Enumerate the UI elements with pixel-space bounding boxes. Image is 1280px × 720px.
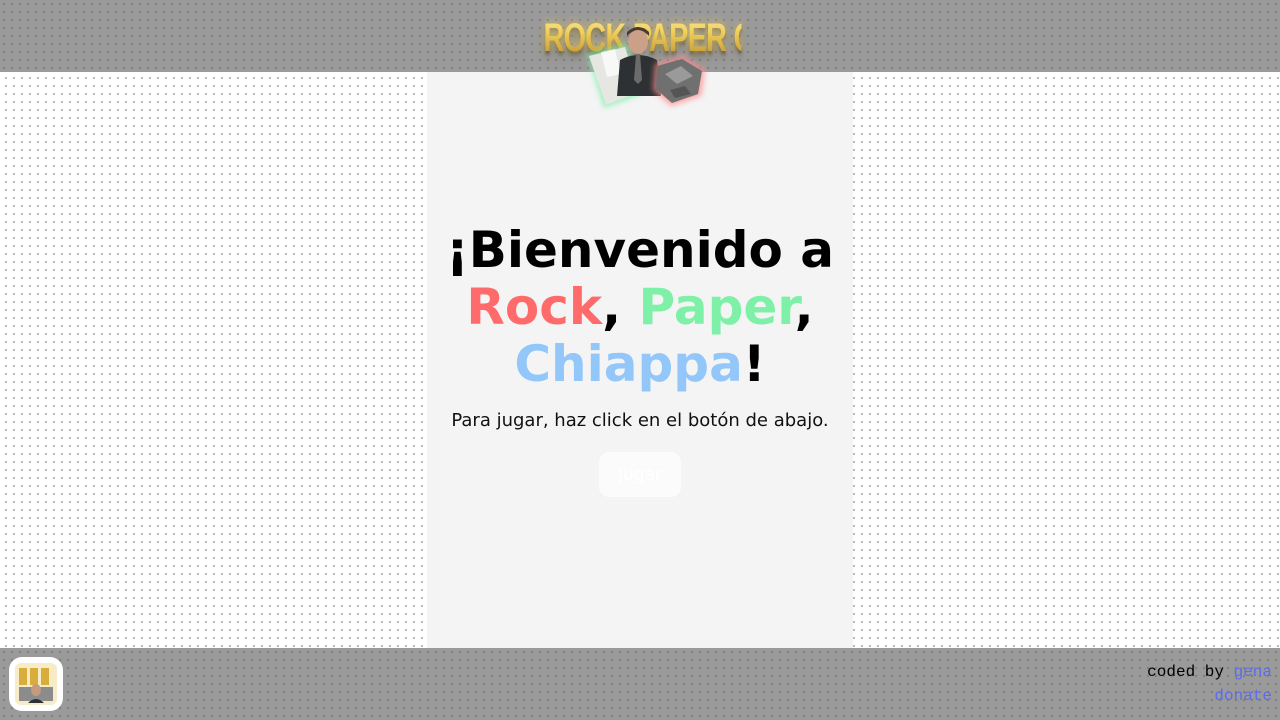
game-logo-icon[interactable] (9, 657, 63, 711)
logo-art (587, 27, 705, 108)
author-link[interactable]: gena (1234, 663, 1272, 681)
welcome-heading: ¡Bienvenido a Rock, Paper, Chiappa! (427, 222, 853, 393)
comma: , (602, 278, 622, 336)
rock-word: Rock (466, 278, 603, 336)
bottom-bar: coded by gena donate (0, 648, 1280, 720)
play-button[interactable]: Jugar (599, 452, 681, 497)
welcome-line1: ¡Bienvenido a (445, 221, 835, 279)
exclamation: ! (742, 335, 766, 393)
chiappa-word: Chiappa (514, 335, 743, 393)
welcome-panel: ¡Bienvenido a Rock, Paper, Chiappa! Para j… (427, 72, 853, 648)
donate-link[interactable]: donate (1214, 687, 1272, 705)
comma: , (794, 278, 814, 336)
credits-line: coded by gena (1147, 660, 1272, 684)
rock-icon (653, 56, 705, 106)
donate-line: donate (1147, 684, 1272, 708)
instructions-text: Para jugar, haz click en el botón de aba… (451, 410, 829, 431)
paper-word: Paper (638, 278, 795, 336)
credits: coded by gena donate (1147, 660, 1272, 708)
game-logo: ROCK PAPER CHIAPPA (505, 4, 857, 114)
credit-prefix: coded by (1147, 663, 1234, 681)
